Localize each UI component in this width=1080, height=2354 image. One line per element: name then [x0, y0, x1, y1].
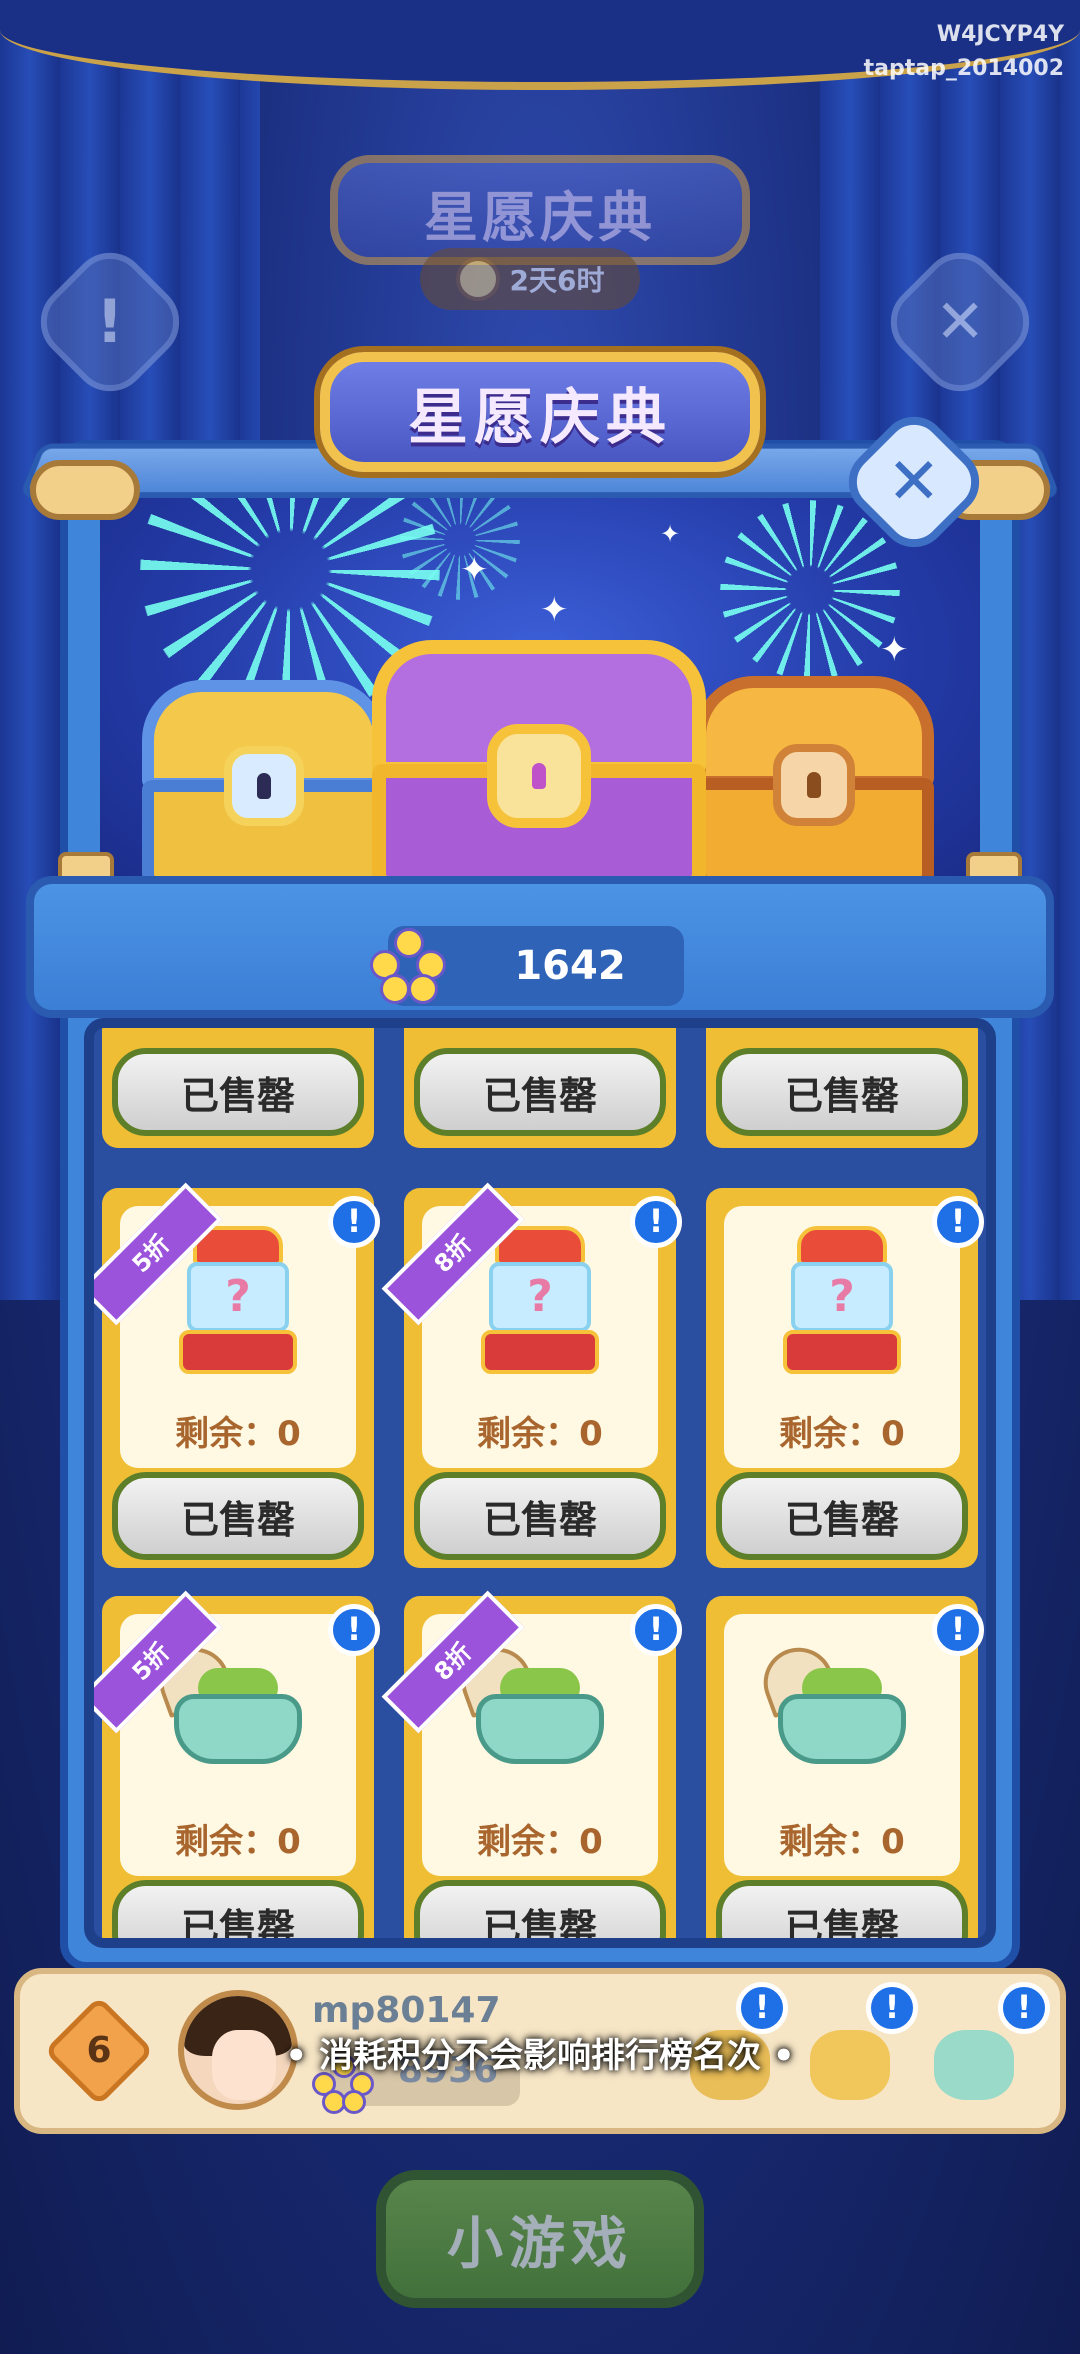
modal-title-banner: 星愿庆典: [320, 352, 760, 472]
modal-title: 星愿庆典: [408, 382, 672, 453]
sparkle-icon: ✦: [460, 550, 489, 590]
item-info-icon[interactable]: !: [932, 1196, 984, 1248]
remaining-count: 剩余：0: [175, 1822, 301, 1862]
shop-item-card: 剩余：0 已售罄: [706, 1596, 978, 1938]
orange-treasure-chest: [694, 676, 934, 890]
firework-right: [720, 500, 900, 680]
remaining-count: 剩余：0: [477, 1822, 603, 1862]
shop-item-card: 已售罄: [102, 1028, 374, 1148]
clock-icon: [455, 257, 500, 301]
flower-coin-icon: [370, 928, 446, 1004]
sold-out-button[interactable]: 已售罄: [414, 1048, 666, 1136]
rank-number: 6: [86, 2030, 112, 2071]
remaining-count: 剩余：0: [175, 1414, 301, 1454]
player-name: mp80147: [312, 1990, 501, 2031]
item-info-icon[interactable]: !: [328, 1196, 380, 1248]
event-timer: 2天6时: [420, 248, 640, 310]
toast-message: • 消耗积分不会影响排行榜名次 •: [285, 2036, 795, 2076]
sold-out-button[interactable]: 已售罄: [414, 1472, 666, 1560]
keyhole-icon: [773, 744, 855, 826]
sold-out-button[interactable]: 已售罄: [112, 1472, 364, 1560]
shop-item-card: 已售罄: [706, 1028, 978, 1148]
remaining-count: 剩余：0: [477, 1414, 603, 1454]
item-info-icon[interactable]: !: [630, 1196, 682, 1248]
shop-item-card: ? 剩余：0 已售罄: [706, 1188, 978, 1568]
shop-item-card: 已售罄: [404, 1028, 676, 1148]
reward-info-icon[interactable]: !: [736, 1982, 788, 2034]
shop-grid[interactable]: 已售罄 已售罄 已售罄 ? 剩余：0 已售罄 ? 剩余：0 已售罄 ? 剩余：0: [84, 1018, 996, 1948]
sparkle-icon: ✦: [880, 630, 909, 670]
keyhole-icon: [487, 724, 591, 828]
watermark-id: W4JCYP4Y: [936, 22, 1064, 47]
sold-out-button[interactable]: 已售罄: [112, 1880, 364, 1938]
sold-out-button[interactable]: 已售罄: [414, 1880, 666, 1938]
reward-info-icon[interactable]: !: [866, 1982, 918, 2034]
close-icon: ✕: [887, 445, 941, 519]
gacha-machine-icon: ?: [777, 1226, 907, 1376]
keyhole-icon: [224, 746, 304, 826]
sold-out-button[interactable]: 已售罄: [716, 1472, 968, 1560]
remaining-count: 剩余：0: [779, 1414, 905, 1454]
close-icon: ✕: [934, 287, 986, 357]
item-info-icon[interactable]: !: [932, 1604, 984, 1656]
sold-out-button[interactable]: 已售罄: [716, 1880, 968, 1938]
sold-out-button[interactable]: 已售罄: [112, 1048, 364, 1136]
reward-info-icon[interactable]: !: [998, 1982, 1050, 2034]
mini-game-button[interactable]: 小游戏: [376, 2170, 704, 2308]
item-info-icon[interactable]: !: [328, 1604, 380, 1656]
watermark-user: taptap_2014002: [863, 56, 1064, 81]
blue-treasure-chest: [142, 680, 386, 890]
roof-scroll-left: [30, 460, 140, 520]
sparkle-icon: ✦: [660, 520, 681, 548]
sparkle-icon: ✦: [540, 590, 569, 630]
purple-treasure-chest: [372, 640, 706, 890]
remaining-count: 剩余：0: [779, 1822, 905, 1862]
exclamation-icon: !: [96, 287, 124, 357]
points-value: 1642: [514, 943, 626, 989]
treasure-pot-icon: [753, 1637, 922, 1778]
event-timer-text: 2天6时: [509, 264, 605, 297]
item-info-icon[interactable]: !: [630, 1604, 682, 1656]
sold-out-button[interactable]: 已售罄: [716, 1048, 968, 1136]
background-event-title: 星愿庆典: [424, 186, 656, 249]
